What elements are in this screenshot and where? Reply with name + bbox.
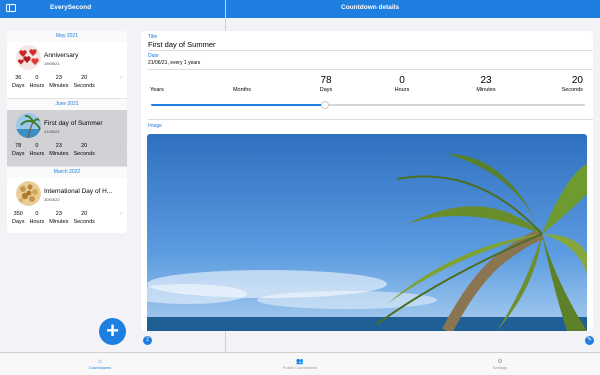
divider — [148, 69, 593, 70]
days-value: 78 — [15, 143, 22, 149]
days-label: Days — [12, 151, 25, 157]
divider — [148, 50, 593, 51]
unit-selector: Years Months 78 Days 0 Hours 23 Minutes 20 S… — [150, 75, 583, 95]
unit-minutes[interactable]: 23 Minutes — [472, 75, 500, 93]
hours-label: Hours — [29, 219, 45, 225]
slider-fill — [151, 104, 325, 106]
people-icon: 👥 — [296, 359, 304, 365]
days-value: 350 — [13, 211, 23, 217]
chevron-right-icon: › — [120, 143, 122, 149]
tab-label: Countdowns — [88, 365, 112, 370]
sidebar-nav-bar: EverySecond — [0, 0, 225, 18]
detail-toolbar: ⇪ ✎ — [141, 333, 594, 352]
title-value[interactable]: First day of Summer — [148, 40, 216, 49]
sidebar-toggle-icon[interactable] — [6, 4, 16, 12]
minutes-label: Minutes — [49, 83, 69, 89]
section-header-march-2022: March 2022 — [7, 167, 127, 178]
share-icon[interactable]: ⇪ — [143, 336, 152, 345]
row-stats: 78 Days 0 Hours 23 Minutes 20 Seconds — [12, 143, 95, 157]
minutes-label: Minutes — [49, 219, 69, 225]
add-countdown-button[interactable]: + — [99, 318, 126, 345]
countdown-details: Title First day of Summer Date 21/06/21,… — [141, 31, 593, 331]
edit-icon[interactable]: ✎ — [585, 336, 594, 345]
section-header-may-2021: May 2021 — [7, 31, 127, 42]
tab-label: Settings — [492, 365, 508, 370]
days-value: 36 — [15, 75, 22, 81]
row-date: 21/06/21 — [44, 129, 60, 134]
hours-value: 0 — [35, 143, 39, 149]
row-title: Anniversary — [44, 52, 79, 59]
international-day-thumbnail — [16, 181, 41, 206]
seconds-label: Seconds — [73, 219, 95, 225]
row-date: 20/03/22 — [44, 197, 60, 202]
countdown-image[interactable] — [147, 134, 587, 331]
minutes-value: 23 — [55, 143, 62, 149]
days-label: Days — [12, 83, 25, 89]
unit-years[interactable]: Years — [150, 75, 170, 93]
row-date: 19/05/21 — [44, 61, 60, 66]
divider — [148, 119, 593, 120]
tab-public-countdowns[interactable]: 👥 Public Countdowns — [200, 353, 400, 375]
detail-nav-bar: Countdown details — [226, 0, 600, 18]
section-header-june-2021: June 2021 — [7, 99, 127, 110]
countdown-list: May 2021 Anniversary 19/05/21 36 Days 0 Ho… — [7, 31, 127, 233]
slider-handle[interactable] — [320, 101, 329, 109]
anniversary-thumbnail — [16, 45, 41, 70]
app-title: EverySecond — [50, 4, 92, 11]
seconds-value: 20 — [81, 143, 88, 149]
minutes-value: 23 — [55, 211, 62, 217]
seconds-value: 20 — [81, 75, 88, 81]
countdown-row-first-day-of-summer[interactable]: First day of Summer 21/06/21 78 Days 0 Hou… — [7, 110, 127, 167]
house-icon: ⌂ — [98, 359, 102, 365]
unit-hours[interactable]: 0 Hours — [390, 75, 414, 93]
row-title: First day of Summer — [44, 120, 103, 127]
unit-months[interactable]: Months — [228, 75, 256, 93]
detail-header-title: Countdown details — [341, 4, 400, 11]
gear-icon: ⚙ — [497, 359, 503, 365]
tab-label: Public Countdowns — [282, 365, 318, 370]
date-value[interactable]: 21/06/21, every 1 years — [148, 60, 200, 66]
seconds-label: Seconds — [73, 83, 95, 89]
chevron-right-icon: › — [120, 211, 122, 217]
minutes-label: Minutes — [49, 151, 69, 157]
days-label: Days — [12, 219, 25, 225]
image-label: Image — [148, 123, 162, 129]
tab-settings[interactable]: ⚙ Settings — [400, 353, 600, 375]
row-stats: 36 Days 0 Hours 23 Minutes 20 Seconds — [12, 75, 95, 89]
hours-label: Hours — [29, 151, 45, 157]
minutes-value: 23 — [55, 75, 62, 81]
unit-slider[interactable] — [151, 101, 585, 109]
row-title: International Day of H... — [44, 188, 113, 195]
date-label: Date — [148, 53, 159, 59]
unit-days[interactable]: 78 Days — [316, 75, 336, 93]
row-stats: 350 Days 0 Hours 23 Minutes 20 Seconds — [12, 211, 95, 225]
hours-label: Hours — [29, 83, 45, 89]
chevron-right-icon: › — [120, 75, 122, 81]
tab-bar: ⌂ Countdowns 👥 Public Countdowns ⚙ Setti… — [0, 352, 600, 375]
hours-value: 0 — [35, 75, 39, 81]
tab-countdowns[interactable]: ⌂ Countdowns — [0, 353, 200, 375]
seconds-label: Seconds — [73, 151, 95, 157]
countdown-row-anniversary[interactable]: Anniversary 19/05/21 36 Days 0 Hours 23 Min… — [7, 42, 127, 99]
hours-value: 0 — [35, 211, 39, 217]
unit-seconds[interactable]: 20 Seconds — [555, 75, 583, 93]
summer-thumbnail — [16, 113, 41, 138]
countdown-row-international-day[interactable]: International Day of H... 20/03/22 350 Da… — [7, 178, 127, 233]
seconds-value: 20 — [81, 211, 88, 217]
